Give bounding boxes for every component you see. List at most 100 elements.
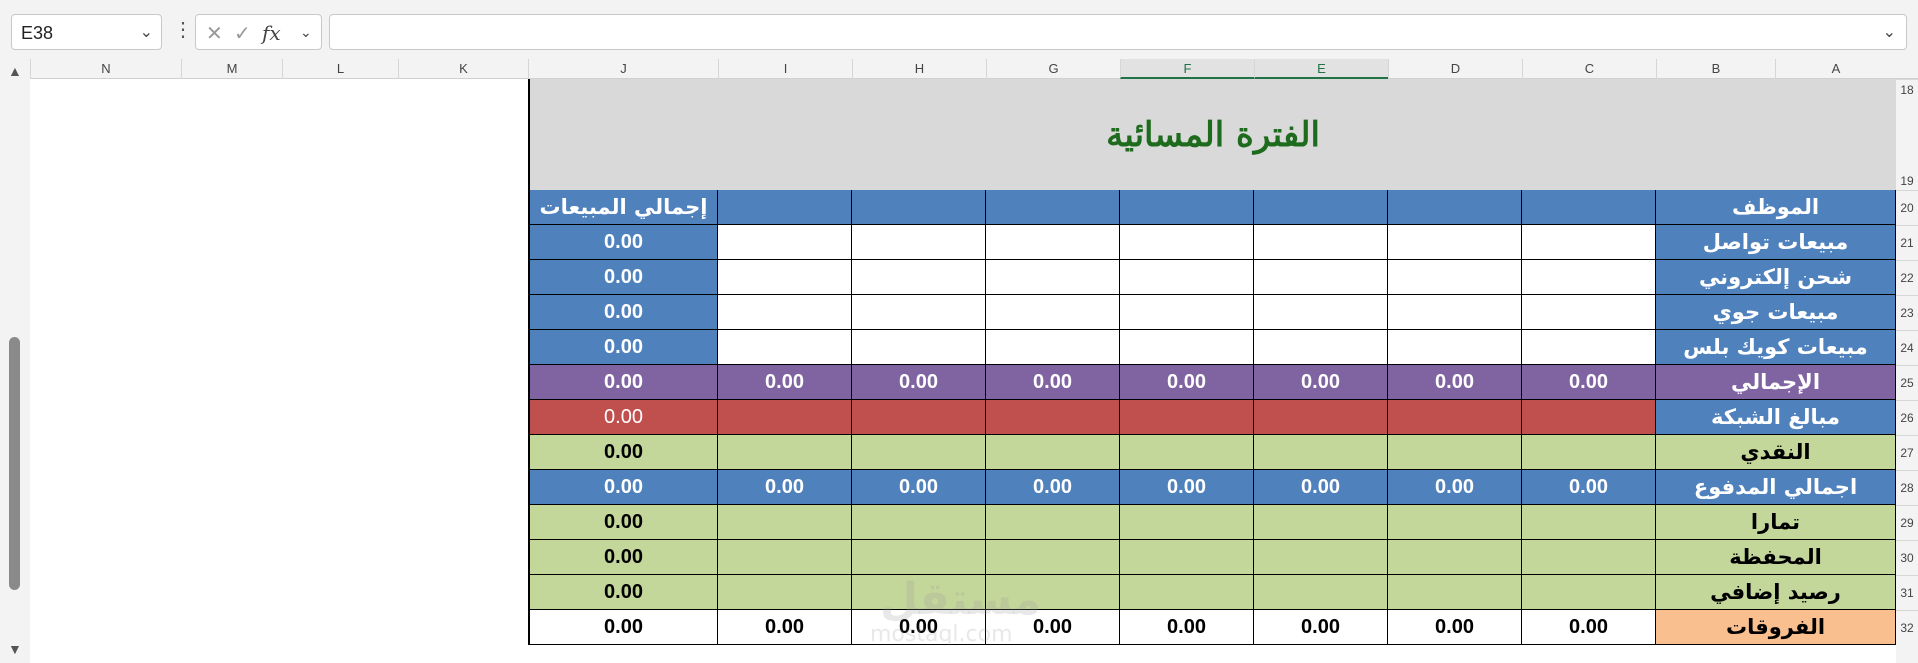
data-cell-i[interactable] [718,400,852,435]
data-cell-h[interactable]: 0.00 [852,610,986,645]
row-header-21[interactable]: 21 [1896,225,1918,260]
data-cell-h[interactable] [852,540,986,575]
check-icon[interactable]: ✓ [234,21,251,46]
row-label[interactable]: مبيعات جوي [1656,295,1896,330]
data-cell-f[interactable]: 0.00 [1120,470,1254,505]
total-value-cell[interactable]: 0.00 [528,295,718,330]
data-cell-f[interactable] [1120,400,1254,435]
total-value-cell[interactable]: 0.00 [528,505,718,540]
data-cell-g[interactable]: 0.00 [986,610,1120,645]
data-cell-i[interactable] [718,330,852,365]
row-label[interactable]: مبيعات تواصل [1656,225,1896,260]
data-cell-i[interactable] [718,295,852,330]
row-label[interactable]: رصيد إضافي [1656,575,1896,610]
row-header-23[interactable]: 23 [1896,295,1918,330]
data-cell-f[interactable] [1120,435,1254,470]
data-cell-c[interactable] [1522,505,1656,540]
data-cell-d[interactable] [1388,505,1522,540]
data-cell-i[interactable]: 0.00 [718,470,852,505]
data-cell-f[interactable] [1120,225,1254,260]
data-cell-g[interactable] [986,540,1120,575]
column-header-k[interactable]: K [398,59,528,79]
data-cell-d[interactable] [1388,295,1522,330]
data-cell-i[interactable] [718,435,852,470]
scroll-up-icon[interactable]: ▲ [8,63,22,79]
scroll-down-icon[interactable]: ▼ [8,641,22,657]
data-cell-d[interactable]: 0.00 [1388,365,1522,400]
row-header-27[interactable]: 27 [1896,435,1918,470]
data-cell-i[interactable] [718,260,852,295]
employee-header[interactable]: الموظف [1656,190,1896,225]
data-cell-h[interactable]: 0.00 [852,470,986,505]
data-cell-h[interactable] [852,505,986,540]
data-cell-d[interactable] [1388,435,1522,470]
cancel-icon[interactable]: ✕ [206,21,223,46]
data-cell-e[interactable]: 0.00 [1254,365,1388,400]
total-value-cell[interactable]: 0.00 [528,260,718,295]
column-header-g[interactable]: G [986,59,1120,79]
data-cell-g[interactable] [986,505,1120,540]
row-label[interactable]: اجمالي المدفوع [1656,470,1896,505]
data-cell-c[interactable] [1522,330,1656,365]
total-value-cell[interactable]: 0.00 [528,470,718,505]
data-cell-e[interactable] [1254,260,1388,295]
employee-cell-i[interactable] [718,190,852,225]
data-cell-d[interactable] [1388,400,1522,435]
data-cell-i[interactable] [718,575,852,610]
employee-cell-c[interactable] [1522,190,1656,225]
row-label[interactable]: النقدي [1656,435,1896,470]
column-header-a[interactable]: A [1775,59,1896,79]
data-cell-i[interactable] [718,505,852,540]
row-header-24[interactable]: 24 [1896,330,1918,365]
column-header-h[interactable]: H [852,59,986,79]
row-header-29[interactable]: 29 [1896,505,1918,540]
column-header-j[interactable]: J [528,59,718,79]
total-value-cell[interactable]: 0.00 [528,330,718,365]
row-header-26[interactable]: 26 [1896,400,1918,435]
data-cell-h[interactable] [852,400,986,435]
total-value-cell[interactable]: 0.00 [528,365,718,400]
data-cell-g[interactable] [986,295,1120,330]
data-cell-g[interactable] [986,330,1120,365]
data-cell-c[interactable] [1522,575,1656,610]
worksheet[interactable]: الفترة المسائية إجمالي المبيعات الموظف 0.0… [30,79,1896,663]
data-cell-d[interactable] [1388,225,1522,260]
data-cell-i[interactable] [718,225,852,260]
data-cell-e[interactable] [1254,295,1388,330]
scrollbar-thumb[interactable] [9,337,20,590]
column-header-n[interactable]: N [30,59,181,79]
data-cell-g[interactable] [986,435,1120,470]
data-cell-c[interactable]: 0.00 [1522,470,1656,505]
row-header-19[interactable]: 19 [1896,79,1918,190]
data-cell-e[interactable] [1254,330,1388,365]
data-cell-g[interactable] [986,260,1120,295]
data-cell-d[interactable] [1388,330,1522,365]
employee-cell-d[interactable] [1388,190,1522,225]
data-cell-c[interactable] [1522,435,1656,470]
data-cell-e[interactable] [1254,225,1388,260]
row-header-28[interactable]: 28 [1896,470,1918,505]
row-label[interactable]: المحفظة [1656,540,1896,575]
data-cell-f[interactable] [1120,505,1254,540]
column-header-l[interactable]: L [282,59,398,79]
row-label[interactable]: الإجمالي [1656,365,1896,400]
data-cell-h[interactable]: 0.00 [852,365,986,400]
data-cell-e[interactable] [1254,505,1388,540]
data-cell-d[interactable] [1388,260,1522,295]
total-sales-header[interactable]: إجمالي المبيعات [528,190,718,225]
data-cell-h[interactable] [852,435,986,470]
employee-cell-e[interactable] [1254,190,1388,225]
data-cell-f[interactable] [1120,540,1254,575]
data-cell-f[interactable]: 0.00 [1120,610,1254,645]
row-header-32[interactable]: 32 [1896,610,1918,645]
data-cell-c[interactable] [1522,295,1656,330]
data-cell-c[interactable] [1522,400,1656,435]
row-header-31[interactable]: 31 [1896,575,1918,610]
data-cell-e[interactable] [1254,435,1388,470]
data-cell-d[interactable]: 0.00 [1388,470,1522,505]
data-cell-d[interactable] [1388,575,1522,610]
column-header-i[interactable]: I [718,59,852,79]
column-header-d[interactable]: D [1388,59,1522,79]
data-cell-g[interactable] [986,400,1120,435]
total-value-cell[interactable]: 0.00 [528,400,718,435]
